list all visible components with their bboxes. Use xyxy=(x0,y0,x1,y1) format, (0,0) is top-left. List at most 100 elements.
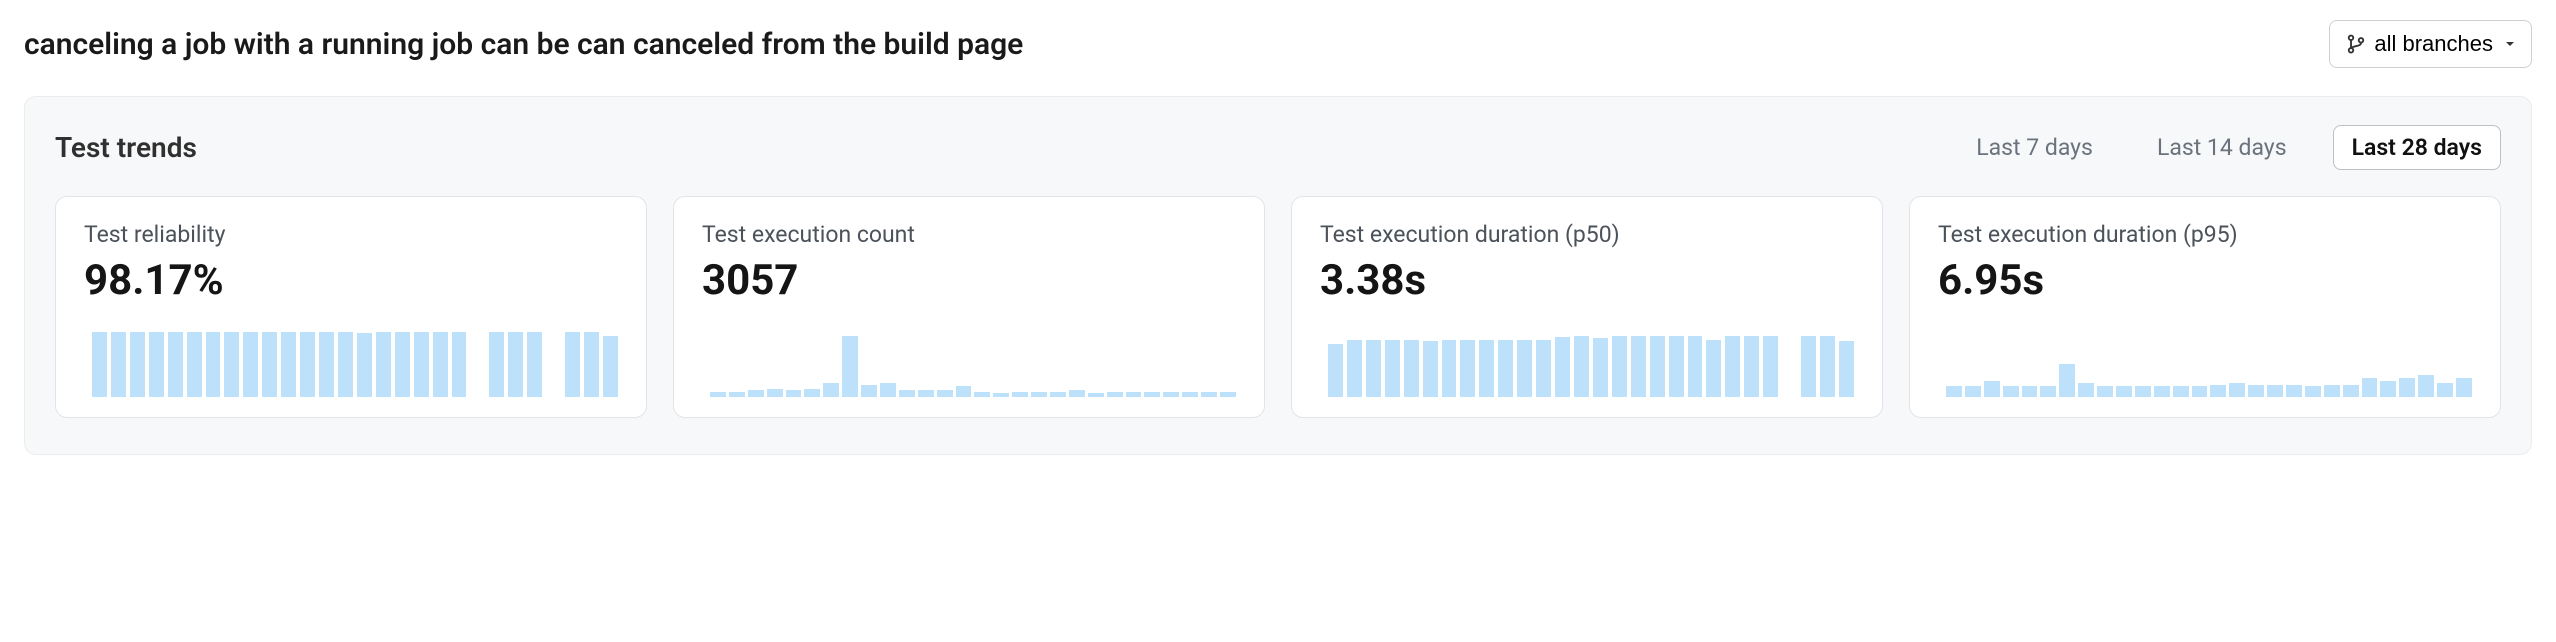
sparkline-bar xyxy=(1366,340,1381,397)
sparkline-bar xyxy=(489,332,504,397)
sparkline-bar xyxy=(1839,341,1854,397)
card-value: 3057 xyxy=(702,256,1236,305)
sparkline-bar xyxy=(2116,386,2132,397)
sparkline-exec-count xyxy=(702,329,1236,397)
sparkline-bar xyxy=(338,332,353,397)
sparkline-bar xyxy=(2003,386,2019,397)
branch-selector-dropdown[interactable]: all branches xyxy=(2329,20,2532,68)
sparkline-bar xyxy=(1593,338,1608,397)
sparkline-bar xyxy=(565,332,580,397)
sparkline-bar xyxy=(2097,386,2113,397)
sparkline-bar xyxy=(918,390,934,397)
card-label: Test execution duration (p50) xyxy=(1320,221,1854,248)
git-branch-icon xyxy=(2346,34,2366,54)
sparkline-bar xyxy=(224,332,239,397)
sparkline-bar xyxy=(1984,381,2000,397)
sparkline-bar xyxy=(508,332,523,397)
sparkline-bar xyxy=(2324,385,2340,397)
sparkline-bar xyxy=(1555,337,1570,397)
sparkline-bar xyxy=(1479,340,1494,397)
sparkline-bar xyxy=(1050,392,1066,397)
sparkline-bar xyxy=(1946,386,1962,397)
sparkline-bar xyxy=(1126,392,1142,397)
sparkline-bar xyxy=(319,332,334,397)
sparkline-bar xyxy=(357,333,372,397)
sparkline-bar xyxy=(1347,340,1362,397)
sparkline-p95 xyxy=(1938,329,2472,397)
sparkline-bar xyxy=(1163,392,1179,397)
sparkline-bar xyxy=(1442,340,1457,397)
sparkline-bar xyxy=(452,332,467,397)
sparkline-bar xyxy=(2456,378,2472,397)
tab-last-28-days[interactable]: Last 28 days xyxy=(2333,125,2501,170)
sparkline-bar xyxy=(111,332,126,397)
sparkline-bar xyxy=(1650,336,1665,397)
sparkline-bar xyxy=(527,332,542,397)
sparkline-bar xyxy=(2040,386,2056,397)
sparkline-bar xyxy=(710,392,726,397)
card-value: 3.38s xyxy=(1320,256,1854,305)
tab-last-7-days[interactable]: Last 7 days xyxy=(1958,126,2111,169)
sparkline-bar xyxy=(2267,385,2283,397)
sparkline-bar xyxy=(729,392,745,397)
card-reliability: Test reliability 98.17% xyxy=(55,196,647,418)
sparkline-bar xyxy=(823,383,839,397)
sparkline-bar xyxy=(2229,383,2245,397)
sparkline-bar xyxy=(1088,393,1104,397)
sparkline-bar xyxy=(187,332,202,397)
sparkline-bar xyxy=(1688,336,1703,397)
sparkline-bar xyxy=(1423,341,1438,397)
sparkline-bar xyxy=(1536,340,1551,397)
sparkline-bar xyxy=(1763,336,1778,397)
sparkline-bar xyxy=(1385,340,1400,397)
card-label: Test execution count xyxy=(702,221,1236,248)
sparkline-bar xyxy=(243,332,258,397)
sparkline-bar xyxy=(130,332,145,397)
sparkline-bar xyxy=(2173,386,2189,397)
sparkline-bar xyxy=(168,332,183,397)
card-label: Test reliability xyxy=(84,221,618,248)
sparkline-bar xyxy=(2210,385,2226,397)
sparkline-bar xyxy=(414,332,429,397)
sparkline-bar xyxy=(1612,336,1627,397)
sparkline-bar xyxy=(899,390,915,397)
test-trends-panel: Test trends Last 7 days Last 14 days Las… xyxy=(24,96,2532,455)
sparkline-bar xyxy=(149,332,164,397)
sparkline-bar xyxy=(2399,378,2415,397)
sparkline-bar xyxy=(2192,386,2208,397)
sparkline-bar xyxy=(1031,392,1047,397)
sparkline-bar xyxy=(1012,392,1028,397)
sparkline-bar xyxy=(281,332,296,397)
sparkline-bar xyxy=(2078,383,2094,397)
sparkline-bar xyxy=(2286,385,2302,397)
sparkline-bar xyxy=(1820,336,1835,397)
tab-last-14-days[interactable]: Last 14 days xyxy=(2139,126,2305,169)
sparkline-p50 xyxy=(1320,329,1854,397)
sparkline-bar xyxy=(1201,392,1217,397)
sparkline-bar xyxy=(1182,392,1198,397)
sparkline-bar xyxy=(2380,381,2396,397)
sparkline-bar xyxy=(2059,364,2075,397)
sparkline-bar xyxy=(861,385,877,397)
sparkline-bar xyxy=(1965,386,1981,397)
branch-selector-label: all branches xyxy=(2374,31,2493,57)
sparkline-bar xyxy=(262,332,277,397)
sparkline-bar xyxy=(1220,392,1236,397)
sparkline-bar xyxy=(1460,340,1475,397)
card-exec-count: Test execution count 3057 xyxy=(673,196,1265,418)
sparkline-bar xyxy=(2343,385,2359,397)
sparkline-bar xyxy=(786,390,802,397)
sparkline-bar xyxy=(1744,336,1759,397)
sparkline-bar xyxy=(937,390,953,397)
sparkline-bar xyxy=(956,386,972,397)
sparkline-bar xyxy=(1107,392,1123,397)
sparkline-bar xyxy=(2154,386,2170,397)
sparkline-bar xyxy=(1669,336,1684,397)
sparkline-bar xyxy=(1706,340,1721,397)
sparkline-bar xyxy=(92,332,107,397)
caret-down-icon xyxy=(2505,39,2515,49)
sparkline-bar xyxy=(1801,336,1816,397)
sparkline-bar xyxy=(1574,336,1589,397)
card-value: 98.17% xyxy=(84,256,618,305)
sparkline-bar xyxy=(993,393,1009,397)
